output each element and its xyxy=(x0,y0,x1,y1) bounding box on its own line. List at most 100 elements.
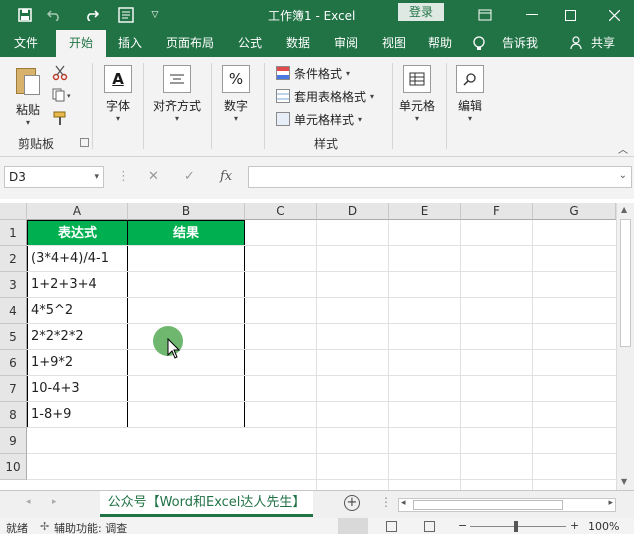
expand-formula-icon[interactable]: ⌄ xyxy=(619,170,627,181)
customize-qat-icon[interactable]: ▽ xyxy=(148,0,162,30)
share-person-icon xyxy=(568,30,584,57)
enter-check-icon[interactable]: ✓ xyxy=(184,166,195,188)
mouse-cursor-icon xyxy=(167,338,181,359)
insert-function-icon[interactable]: fx xyxy=(220,166,232,188)
group-separator xyxy=(143,63,144,149)
row-header[interactable]: 4 xyxy=(0,298,27,324)
horizontal-scrollbar[interactable]: ◂ ▸ xyxy=(398,498,616,512)
column-header-g[interactable]: G xyxy=(533,203,616,220)
name-box[interactable]: D3 ▾ xyxy=(4,166,104,188)
cancel-icon[interactable]: ✕ xyxy=(148,166,159,188)
column-header-e[interactable]: E xyxy=(389,203,461,220)
undo-icon[interactable] xyxy=(44,0,64,30)
tell-me-search[interactable]: 告诉我 xyxy=(498,30,542,57)
copy-icon[interactable]: ▾ xyxy=(52,88,76,106)
tab-split-icon[interactable]: ⋮ xyxy=(380,495,392,509)
horizontal-scroll-thumb[interactable] xyxy=(413,500,563,510)
scroll-down-icon[interactable]: ▼ xyxy=(621,477,627,486)
zoom-in-icon[interactable]: + xyxy=(570,519,579,532)
alignment-button[interactable]: 对齐方式 ▾ xyxy=(150,65,204,123)
column-header-b[interactable]: B xyxy=(128,203,245,220)
editing-caret-icon: ▾ xyxy=(467,114,472,123)
row-header[interactable]: 7 xyxy=(0,376,27,402)
scroll-right-icon[interactable]: ▸ xyxy=(608,498,613,508)
window-title: 工作簿1 - Excel xyxy=(268,9,356,23)
zoom-slider-thumb[interactable] xyxy=(514,521,518,532)
cell-styles-button[interactable]: 单元格样式 ▾ xyxy=(276,109,362,129)
ribbon-display-icon[interactable] xyxy=(475,0,495,30)
minimize-icon[interactable] xyxy=(522,0,542,30)
scroll-left-icon[interactable]: ◂ xyxy=(401,498,406,508)
number-button[interactable]: % 数字 ▾ xyxy=(218,65,254,123)
scroll-up-icon[interactable]: ▲ xyxy=(621,205,627,214)
row-header[interactable]: 8 xyxy=(0,402,27,428)
row-header[interactable]: 3 xyxy=(0,272,27,298)
normal-view-icon[interactable] xyxy=(338,518,368,534)
svg-text:▾: ▾ xyxy=(67,92,71,100)
row-header[interactable]: 2 xyxy=(0,246,27,272)
tab-data[interactable]: 数据 xyxy=(278,30,318,57)
collapse-ribbon-icon[interactable]: ︿ xyxy=(618,141,628,156)
tab-file[interactable]: 文件 xyxy=(6,30,46,57)
next-sheet-icon[interactable]: ▸ xyxy=(52,497,57,507)
row-header[interactable]: 10 xyxy=(0,454,27,480)
format-as-table-caret-icon: ▾ xyxy=(370,91,375,101)
login-button[interactable]: 登录 xyxy=(398,3,444,21)
formula-input[interactable]: ⌄ xyxy=(248,166,632,188)
font-button[interactable]: A 字体 ▾ xyxy=(100,65,136,123)
format-as-table-label: 套用表格格式 xyxy=(294,89,367,104)
search-icon xyxy=(456,65,484,93)
cell-styles-caret-icon: ▾ xyxy=(358,114,363,124)
lightbulb-icon xyxy=(472,30,486,57)
cells-button[interactable]: 单元格 ▾ xyxy=(396,65,438,123)
prev-sheet-icon[interactable]: ◂ xyxy=(26,497,31,507)
zoom-out-icon[interactable]: − xyxy=(458,519,467,532)
row-header[interactable]: 1 xyxy=(0,220,27,246)
cells-label: 单元格 xyxy=(398,99,435,113)
zoom-level[interactable]: 100% xyxy=(588,520,619,533)
row-header[interactable]: 6 xyxy=(0,350,27,376)
cells-icon xyxy=(403,65,431,93)
name-box-dropdown-icon[interactable]: ▾ xyxy=(94,167,99,187)
share-button[interactable]: 共享 xyxy=(586,30,620,57)
vertical-scrollbar[interactable]: ▲ ▼ xyxy=(616,203,634,490)
conditional-format-button[interactable]: 条件格式 ▾ xyxy=(276,63,350,83)
column-header-f[interactable]: F xyxy=(461,203,533,220)
name-box-value: D3 xyxy=(9,170,26,184)
close-icon[interactable] xyxy=(604,0,624,30)
format-as-table-button[interactable]: 套用表格格式 ▾ xyxy=(276,86,374,106)
tab-page-layout[interactable]: 页面布局 xyxy=(160,30,220,57)
vertical-scroll-thumb[interactable] xyxy=(620,219,631,347)
number-label: 数字 xyxy=(223,99,248,113)
row-header[interactable]: 5 xyxy=(0,324,27,350)
page-layout-view-icon[interactable] xyxy=(386,521,397,532)
print-preview-icon[interactable] xyxy=(116,0,136,30)
paste-button[interactable]: 粘贴 ▾ xyxy=(10,65,46,127)
sheet-tab-active[interactable]: 公众号【Word和Excel达人先生】 xyxy=(100,491,313,517)
redo-icon[interactable] xyxy=(82,0,102,30)
editing-button[interactable]: 编辑 ▾ xyxy=(452,65,488,123)
worksheet-grid[interactable]: A B C D E F G 1 2 3 4 5 6 7 8 9 10 表达式 结… xyxy=(0,203,616,490)
more-options-icon: ⋮ xyxy=(117,169,130,184)
select-all-corner[interactable] xyxy=(0,203,27,220)
page-break-view-icon[interactable] xyxy=(424,521,435,532)
tab-help[interactable]: 帮助 xyxy=(420,30,460,57)
clipboard-launcher-icon[interactable] xyxy=(80,138,89,147)
column-header-a[interactable]: A xyxy=(27,203,128,220)
cut-icon[interactable] xyxy=(52,65,70,83)
tab-view[interactable]: 视图 xyxy=(374,30,414,57)
format-painter-icon[interactable] xyxy=(52,111,70,129)
column-header-d[interactable]: D xyxy=(317,203,389,220)
zoom-slider[interactable] xyxy=(470,526,566,527)
maximize-icon[interactable] xyxy=(560,0,580,30)
save-icon[interactable] xyxy=(14,0,36,30)
row-header[interactable]: 9 xyxy=(0,428,27,454)
column-header-c[interactable]: C xyxy=(245,203,317,220)
tab-review[interactable]: 审阅 xyxy=(326,30,366,57)
add-sheet-icon[interactable]: + xyxy=(344,495,360,511)
tab-insert[interactable]: 插入 xyxy=(110,30,150,57)
tab-formulas[interactable]: 公式 xyxy=(230,30,270,57)
tab-home[interactable]: 开始 xyxy=(56,30,106,57)
number-caret-icon: ▾ xyxy=(233,114,238,123)
ribbon-tabs: 文件 开始 插入 页面布局 公式 数据 审阅 视图 帮助 告诉我 共享 xyxy=(0,30,634,57)
